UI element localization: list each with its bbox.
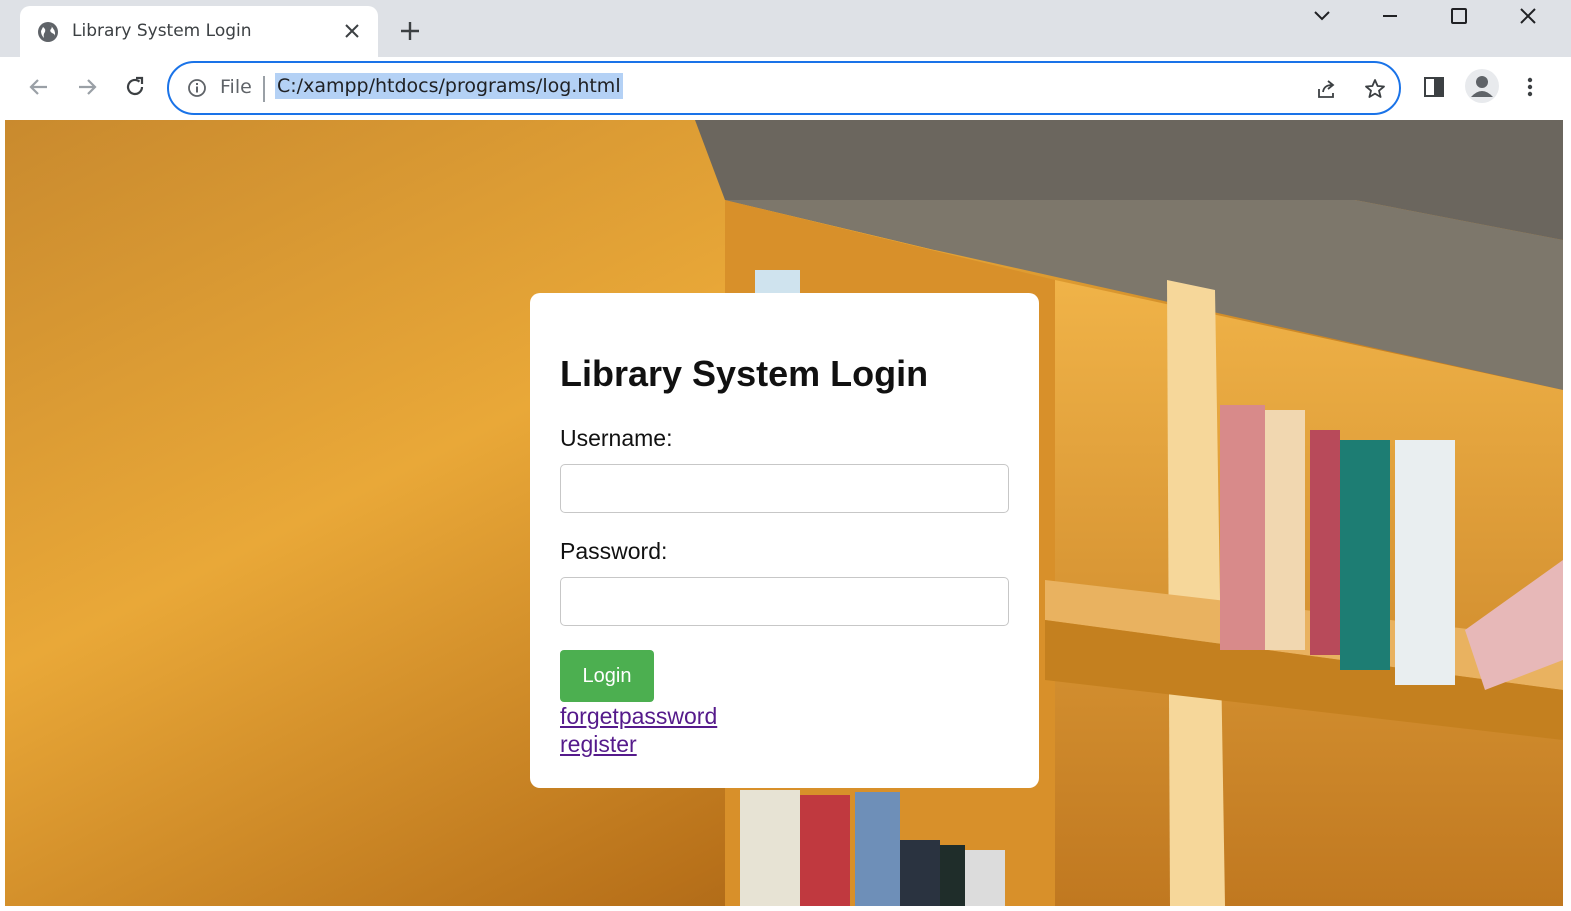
- forget-password-link[interactable]: forgetpassword: [560, 703, 717, 730]
- info-icon[interactable]: [187, 78, 207, 98]
- url-scheme: File: [220, 76, 252, 98]
- browser-toolbar: File C:/xampp/htdocs/programs/log.html: [0, 57, 1571, 120]
- side-panel-icon[interactable]: [1421, 74, 1447, 100]
- url-separator: [263, 76, 265, 102]
- browser-tab[interactable]: Library System Login: [20, 6, 378, 57]
- profile-icon[interactable]: [1465, 69, 1499, 103]
- globe-icon: [38, 22, 58, 42]
- share-icon[interactable]: [1315, 77, 1339, 101]
- back-icon[interactable]: [26, 74, 52, 100]
- forward-icon[interactable]: [74, 74, 100, 100]
- page-title: Library System Login: [560, 353, 929, 394]
- menu-icon[interactable]: [1517, 74, 1543, 100]
- password-input[interactable]: [560, 577, 1009, 626]
- reload-icon[interactable]: [122, 74, 148, 100]
- star-icon[interactable]: [1363, 77, 1387, 101]
- address-bar[interactable]: File C:/xampp/htdocs/programs/log.html: [167, 61, 1401, 115]
- login-button[interactable]: Login: [560, 650, 654, 702]
- chevron-down-icon[interactable]: [1310, 4, 1334, 28]
- minimize-icon[interactable]: [1378, 4, 1402, 28]
- page-viewport: Library System Login Username: Password:…: [5, 120, 1563, 906]
- username-label: Username:: [560, 425, 673, 451]
- tab-title: Library System Login: [72, 21, 252, 41]
- maximize-icon[interactable]: [1447, 4, 1471, 28]
- username-input[interactable]: [560, 464, 1009, 513]
- window-close-icon[interactable]: [1516, 4, 1540, 28]
- url-text[interactable]: C:/xampp/htdocs/programs/log.html: [275, 73, 623, 99]
- password-label: Password:: [560, 538, 668, 564]
- close-icon[interactable]: [342, 21, 362, 41]
- tab-strip: Library System Login: [0, 0, 1571, 57]
- register-link[interactable]: register: [560, 731, 637, 758]
- plus-icon[interactable]: [398, 19, 422, 43]
- login-card: Library System Login Username: Password:…: [530, 293, 1039, 788]
